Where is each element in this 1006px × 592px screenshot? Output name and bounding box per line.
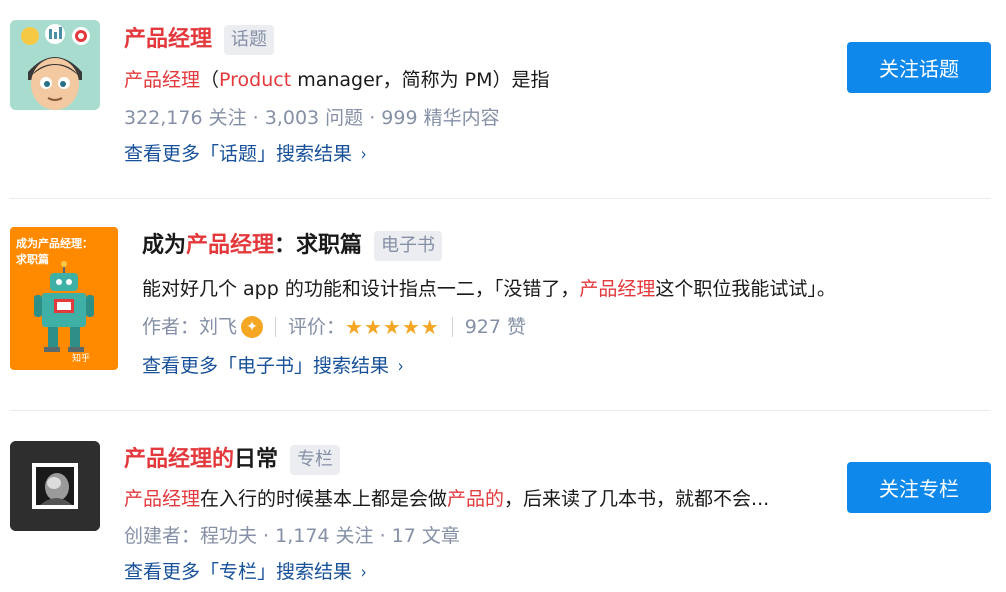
- excerpt-highlight: 产品经理: [579, 278, 656, 300]
- chevron-right-icon: ›: [360, 144, 367, 165]
- divider: [275, 317, 277, 337]
- topic-more-results-link[interactable]: 查看更多「话题」搜索结果 ›: [124, 140, 367, 169]
- chevron-right-icon: ›: [397, 356, 404, 377]
- more-link-label: 查看更多「专栏」搜索结果: [124, 561, 353, 583]
- ebook-rating-label: 评价：: [288, 316, 346, 338]
- column-avatar[interactable]: [10, 441, 100, 531]
- excerpt-text: 这个职位我能试试」。: [655, 278, 836, 300]
- title-highlight: 产品经理的: [124, 447, 235, 472]
- excerpt-text: 在入行的时候基本上都是会做: [200, 488, 448, 510]
- robot-illustration: [34, 261, 94, 352]
- ebook-more-results-link[interactable]: 查看更多「电子书」搜索结果 ›: [142, 352, 404, 381]
- ebook-author[interactable]: 作者：刘飞: [142, 313, 237, 341]
- excerpt-highlight: 产品的: [447, 488, 505, 510]
- excerpt-highlight: 产品经理: [124, 69, 201, 91]
- excerpt-text: ，后来读了几本书，就都不会...: [504, 488, 770, 510]
- ebook-type-badge: 电子书: [374, 231, 443, 261]
- excerpt-highlight: Product: [219, 69, 292, 91]
- ebook-excerpt[interactable]: 能对好几个 app 的功能和设计指点一二，「没错了，产品经理这个职位我能试试」。: [142, 275, 836, 303]
- follow-column-button[interactable]: 关注专栏: [847, 462, 991, 513]
- topic-avatar[interactable]: [10, 20, 100, 110]
- ebook-likes: 927 赞: [464, 316, 526, 338]
- title-text: 日常: [234, 447, 279, 472]
- verified-badge-icon: ✦: [241, 316, 264, 338]
- follow-topic-button[interactable]: 关注话题: [847, 42, 991, 93]
- excerpt-text: 能对好几个 app 的功能和设计指点一二，「没错了，: [142, 278, 580, 300]
- more-link-label: 查看更多「电子书」搜索结果: [142, 355, 390, 377]
- excerpt-text: （: [200, 69, 220, 91]
- column-stats: 创建者：程功夫 · 1,174 关注 · 17 文章: [124, 525, 460, 547]
- excerpt-highlight: 产品经理: [124, 488, 201, 510]
- divider: [451, 317, 453, 337]
- star-rating-icon: ★★★★★: [345, 315, 440, 339]
- ebook-title[interactable]: 成为产品经理：求职篇: [142, 231, 362, 261]
- column-avatar-image: [10, 441, 100, 531]
- topic-type-badge: 话题: [224, 25, 275, 55]
- ebook-meta: 作者：刘飞 ✦ 评价： ★★★★★ 927 赞: [142, 313, 526, 341]
- chevron-right-icon: ›: [360, 562, 367, 583]
- ebook-cover[interactable]: 成为产品经理： 求职篇 知乎: [10, 227, 118, 370]
- excerpt-text: manager，简称为 PM）是指: [291, 69, 550, 91]
- title-text: ：求职篇: [274, 233, 363, 258]
- column-more-results-link[interactable]: 查看更多「专栏」搜索结果 ›: [124, 558, 367, 587]
- topic-title[interactable]: 产品经理: [124, 25, 212, 55]
- ebook-card: 成为产品经理： 求职篇 知乎 成为产品经理：求职篇 电子书 能对好几个 app …: [0, 199, 1006, 410]
- topic-card: 产品经理 话题 产品经理（Product manager，简称为 PM）是指 3…: [0, 0, 1006, 196]
- topic-excerpt[interactable]: 产品经理（Product manager，简称为 PM）是指: [124, 66, 550, 94]
- more-link-label: 查看更多「话题」搜索结果: [124, 143, 353, 165]
- column-excerpt[interactable]: 产品经理在入行的时候基本上都是会做产品的，后来读了几本书，就都不会...: [124, 485, 769, 513]
- topic-avatar-illustration: [10, 20, 100, 110]
- column-title[interactable]: 产品经理的日常: [124, 445, 278, 475]
- column-type-badge: 专栏: [290, 445, 341, 475]
- ebook-cover-brand: 知乎: [72, 354, 91, 364]
- title-text: 成为: [142, 233, 187, 258]
- column-card: 产品经理的日常 专栏 产品经理在入行的时候基本上都是会做产品的，后来读了几本书，…: [0, 411, 1006, 592]
- title-highlight: 产品经理: [186, 233, 275, 258]
- topic-stats: 322,176 关注 · 3,003 问题 · 999 精华内容: [124, 107, 500, 129]
